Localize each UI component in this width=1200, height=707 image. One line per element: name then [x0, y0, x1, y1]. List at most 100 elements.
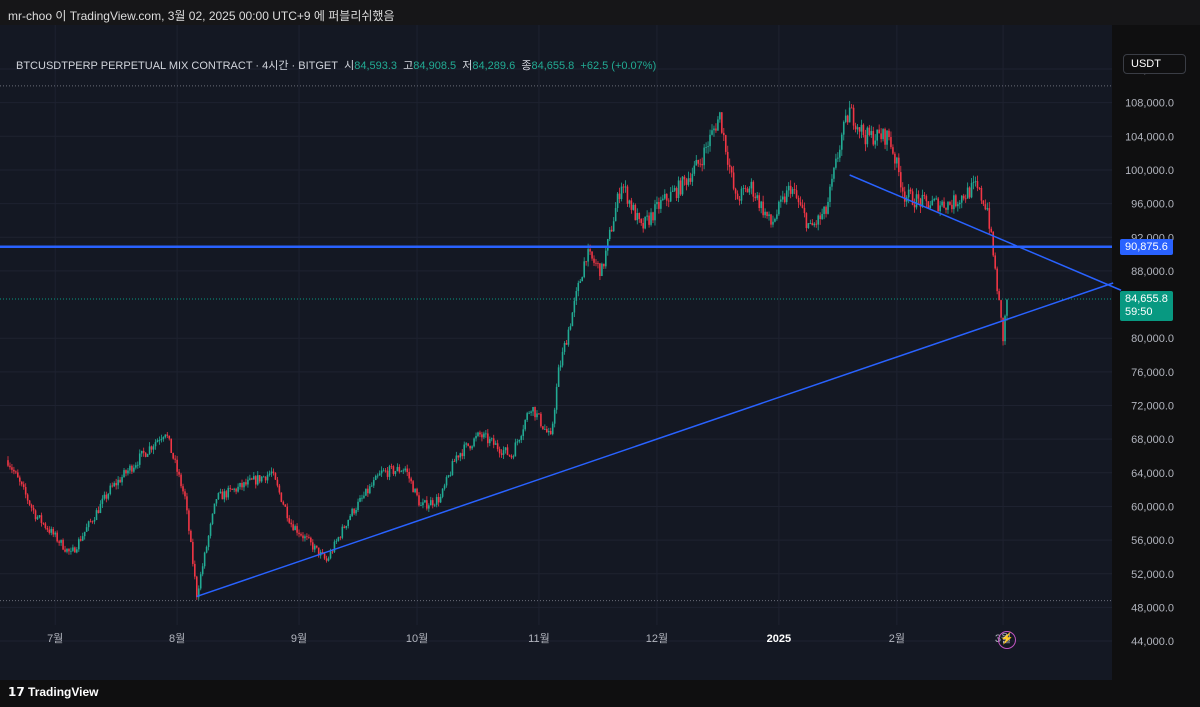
y-tick-label: 104,000.0: [1125, 131, 1174, 143]
candle-body: [955, 195, 957, 207]
candle-body: [327, 558, 330, 561]
candle-body: [258, 475, 261, 482]
candle-body: [581, 277, 584, 282]
candle-body: [133, 467, 135, 472]
candle-body: [38, 515, 41, 517]
candle-body: [496, 443, 499, 450]
candle-body: [178, 471, 180, 475]
candle-body: [205, 547, 208, 553]
y-tick-label: 56,000.0: [1131, 535, 1174, 547]
candle-body: [266, 474, 269, 481]
candle-body: [473, 438, 475, 447]
high-label: 고: [403, 60, 414, 72]
y-tick-label: 96,000.0: [1131, 199, 1174, 211]
candle-body: [144, 452, 147, 457]
candle-body: [856, 127, 859, 130]
candle-body: [986, 208, 989, 210]
y-tick-label: 44,000.0: [1131, 636, 1174, 648]
x-tick-label: 7월: [47, 632, 63, 645]
candle-body: [237, 486, 239, 492]
candle-body: [408, 472, 410, 479]
candle-body: [256, 475, 259, 485]
candle-body: [400, 471, 403, 473]
candle-body: [7, 460, 9, 466]
x-tick-label: 2월: [889, 632, 905, 645]
candle-body: [416, 488, 418, 496]
open-label: 시: [344, 60, 355, 72]
candle-body: [974, 181, 977, 182]
y-tick-label: 68,000.0: [1131, 434, 1174, 446]
candle-body: [778, 201, 780, 215]
candle-body: [424, 500, 426, 503]
candle-body: [306, 536, 308, 538]
candle-body: [184, 491, 186, 497]
candle-body: [99, 503, 102, 513]
chart-area[interactable]: 112,000.0108,000.0104,000.0100,000.096,0…: [0, 25, 1200, 680]
candle-body: [288, 518, 291, 523]
candle-body: [433, 504, 436, 506]
candle-body: [846, 115, 849, 123]
candle-body: [119, 479, 121, 483]
candle-body: [365, 488, 367, 496]
candle-body: [620, 186, 623, 200]
candle-body: [532, 406, 534, 412]
candle-body: [868, 127, 871, 135]
candle-body: [278, 485, 281, 493]
candle-body: [750, 181, 753, 189]
candle-body: [837, 157, 839, 159]
lightning-icon[interactable]: ⚡: [998, 631, 1016, 649]
candle-body: [988, 208, 991, 229]
candle-body: [504, 447, 507, 451]
candle-body: [842, 121, 845, 135]
candle-body: [410, 478, 412, 482]
candle-body: [766, 211, 768, 217]
candle-body: [422, 502, 424, 506]
candle-body: [396, 466, 399, 472]
candle-body: [32, 507, 35, 511]
candle-body: [697, 160, 700, 164]
candle-body: [170, 438, 173, 454]
candle-body: [194, 563, 196, 577]
candle-body: [123, 470, 125, 478]
currency-button[interactable]: USDT: [1123, 54, 1186, 74]
candle-body: [186, 496, 188, 511]
candle-body: [785, 190, 788, 203]
candle-body: [603, 263, 605, 267]
candle-body: [13, 469, 15, 472]
candle-body: [502, 450, 505, 455]
candle-body: [787, 185, 790, 191]
y-tick-label: 88,000.0: [1131, 266, 1174, 278]
candle-body: [431, 500, 434, 506]
price-chart[interactable]: 112,000.0108,000.0104,000.0100,000.096,0…: [0, 25, 1200, 680]
candle-body: [243, 482, 245, 488]
candle-body: [160, 438, 163, 441]
y-tick-label: 72,000.0: [1131, 401, 1174, 413]
candle-body: [878, 129, 880, 134]
candle-body: [665, 194, 668, 201]
candle-body: [626, 186, 629, 204]
candle-body: [880, 133, 882, 140]
candle-body: [308, 537, 310, 538]
candle-body: [793, 189, 796, 191]
candle-body: [260, 476, 263, 482]
candle-body: [50, 528, 53, 533]
candle-body: [565, 343, 568, 345]
candle-body: [239, 482, 241, 487]
high-value: 84,908.5: [413, 60, 457, 72]
candle-body: [597, 263, 599, 264]
candle-body: [97, 510, 100, 513]
candle-body: [724, 135, 727, 152]
candle-body: [839, 149, 841, 158]
candle-body: [976, 181, 979, 188]
candle-body: [721, 112, 723, 133]
candle-body: [219, 491, 222, 494]
candle-body: [77, 539, 80, 550]
candle-body: [852, 107, 855, 126]
candle-body: [298, 532, 300, 535]
candle-body: [575, 291, 578, 301]
candle-body: [361, 497, 363, 499]
candle-body: [768, 214, 770, 217]
candle-body: [241, 482, 243, 488]
candle-body: [140, 450, 143, 454]
candle-body: [76, 549, 78, 553]
